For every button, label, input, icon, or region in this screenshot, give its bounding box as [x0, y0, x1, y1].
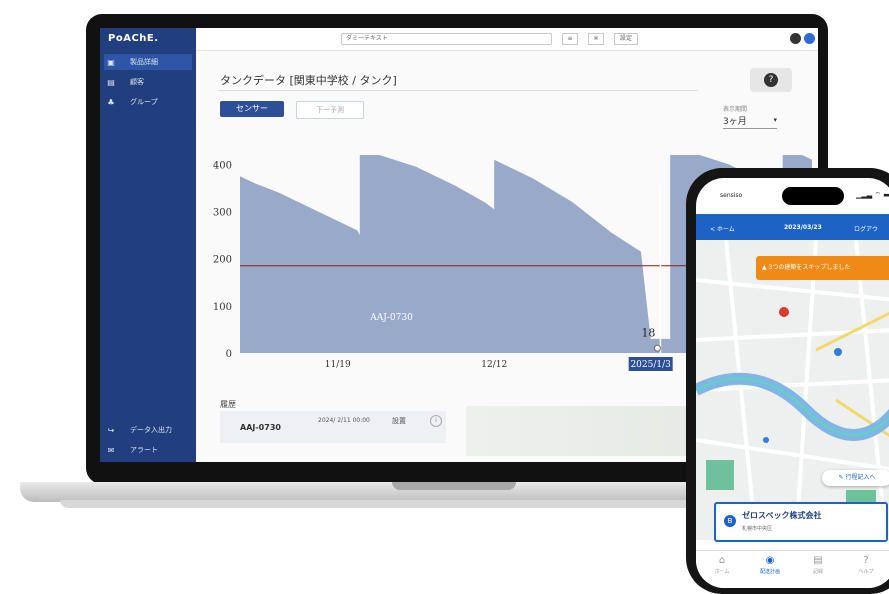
sidebar: PoAChE. ▣ 製品詳細 ▤ 顧客 ♣ グループ ↪ データ入出力 ✉ アラ…: [100, 28, 196, 462]
series-label: AAJ-0730: [369, 313, 413, 323]
help-icon: ?: [863, 555, 869, 566]
user-avatar-icon[interactable]: [804, 33, 815, 44]
chevron-down-icon: ▾: [773, 116, 777, 124]
settings-button[interactable]: 設定: [614, 33, 638, 45]
tab-label: ホーム: [714, 569, 730, 575]
period-select[interactable]: 3ヶ月 ▾: [723, 114, 777, 129]
y-tick-label: 400: [213, 160, 232, 171]
y-tick-label: 0: [226, 349, 232, 360]
sidebar-item-alerts[interactable]: ✉ アラート: [104, 442, 192, 458]
company-address: 札幌市中央区: [742, 526, 773, 532]
home-icon: ⌂: [718, 555, 726, 566]
document-icon: ▤: [813, 555, 823, 566]
company-name: ゼロスペック株式会社: [742, 511, 822, 520]
alert-icon: ✉: [107, 445, 115, 455]
cursor-point: [653, 344, 661, 352]
menu-button[interactable]: ≡: [562, 33, 578, 45]
history-label: 履歴: [220, 400, 236, 409]
sidebar-item-label: データ入出力: [130, 426, 172, 434]
note-button[interactable]: ※: [588, 33, 604, 45]
sidebar-item-label: グループ: [130, 98, 158, 106]
phone-screen: sensiso ▁▂▃ ⌔ ▬ < ホーム 2023/03/23 ログアウ ▲ …: [696, 178, 889, 588]
tab-records[interactable]: ▤ 記録: [800, 555, 836, 575]
tab-label: ヘルプ: [858, 569, 874, 575]
period-value: 3ヶ月: [723, 117, 747, 127]
x-tick-label: 2025/1/3: [630, 360, 671, 370]
group-icon: ♣: [107, 97, 115, 107]
logout-button[interactable]: ログアウ: [854, 224, 878, 233]
y-tick-label: 200: [213, 255, 232, 266]
dynamic-island: [782, 187, 844, 205]
app-logo: PoAChE.: [108, 33, 159, 44]
sidebar-item-label: 顧客: [130, 78, 144, 86]
building-icon: ▤: [107, 77, 115, 87]
tab-label: センサー: [236, 104, 268, 113]
sidebar-item-devices[interactable]: ▣ 製品詳細: [104, 54, 192, 70]
tab-forecast[interactable]: 下一予測: [296, 101, 364, 119]
phone-header: < ホーム 2023/03/23 ログアウ: [696, 214, 889, 240]
x-tick-label: 11/19: [325, 360, 351, 370]
sidebar-item-customers[interactable]: ▤ 顧客: [104, 74, 192, 90]
tab-sensor[interactable]: センサー: [220, 101, 284, 117]
marker-b-icon: B: [724, 515, 736, 527]
signal-battery-icon: ▁▂▃ ⌔ ▬: [856, 191, 889, 199]
tab-delivery[interactable]: ◉ 配送計画: [752, 555, 788, 575]
status-time: sensiso: [720, 192, 743, 199]
sidebar-item-import[interactable]: ↪ データ入出力: [104, 422, 192, 438]
back-button[interactable]: < ホーム: [710, 224, 735, 233]
question-icon: ?: [764, 73, 778, 87]
x-tick-label: 12/12: [481, 360, 507, 370]
info-icon[interactable]: i: [430, 415, 442, 427]
cursor-value-label: 18: [641, 327, 655, 340]
import-icon: ↪: [107, 425, 115, 435]
page-title: タンクデータ [関東中学校 / タンク]: [220, 74, 397, 87]
facility-select[interactable]: ダミーテキスト: [341, 33, 552, 45]
history-type: 設置: [392, 417, 406, 425]
route-map[interactable]: [696, 240, 889, 540]
tab-label: 記録: [812, 569, 823, 575]
history-device-id: AAJ-0730: [240, 423, 281, 432]
y-tick-label: 300: [213, 208, 232, 219]
top-bar: ダミーテキスト ≡ ※ 設定: [196, 28, 818, 51]
tab-help[interactable]: ? ヘルプ: [848, 555, 884, 575]
tab-label: 配送計画: [759, 569, 780, 575]
destination-card[interactable]: B ゼロスペック株式会社 札幌市中央区: [714, 502, 888, 542]
history-date: 2024/ 2/11 00:00: [318, 417, 370, 424]
period-label: 表示期間: [723, 106, 748, 113]
phone-tab-bar: ⌂ ホーム ◉ 配送計画 ▤ 記録 ? ヘルプ: [696, 550, 889, 588]
sidebar-item-label: アラート: [130, 446, 158, 454]
tab-label: 下一予測: [316, 106, 344, 114]
history-row[interactable]: AAJ-0730 2024/ 2/11 00:00 設置 i: [220, 411, 446, 443]
edit-route-button[interactable]: ✎ 行程記入へ: [822, 470, 889, 486]
tab-home[interactable]: ⌂ ホーム: [704, 555, 740, 575]
laptop-notch: [392, 482, 516, 490]
help-button[interactable]: ?: [750, 68, 792, 92]
sidebar-item-label: 製品詳細: [130, 58, 158, 66]
y-tick-label: 100: [213, 302, 232, 313]
skip-alert-banner[interactable]: ▲ 3つの建築をスキップしました: [756, 256, 889, 280]
location-icon: ◉: [765, 555, 775, 566]
device-icon: ▣: [107, 57, 115, 67]
help-icon[interactable]: [790, 33, 801, 44]
title-divider: [218, 90, 698, 91]
sidebar-item-groups[interactable]: ♣ グループ: [104, 94, 192, 110]
header-date: 2023/03/23: [784, 224, 822, 231]
